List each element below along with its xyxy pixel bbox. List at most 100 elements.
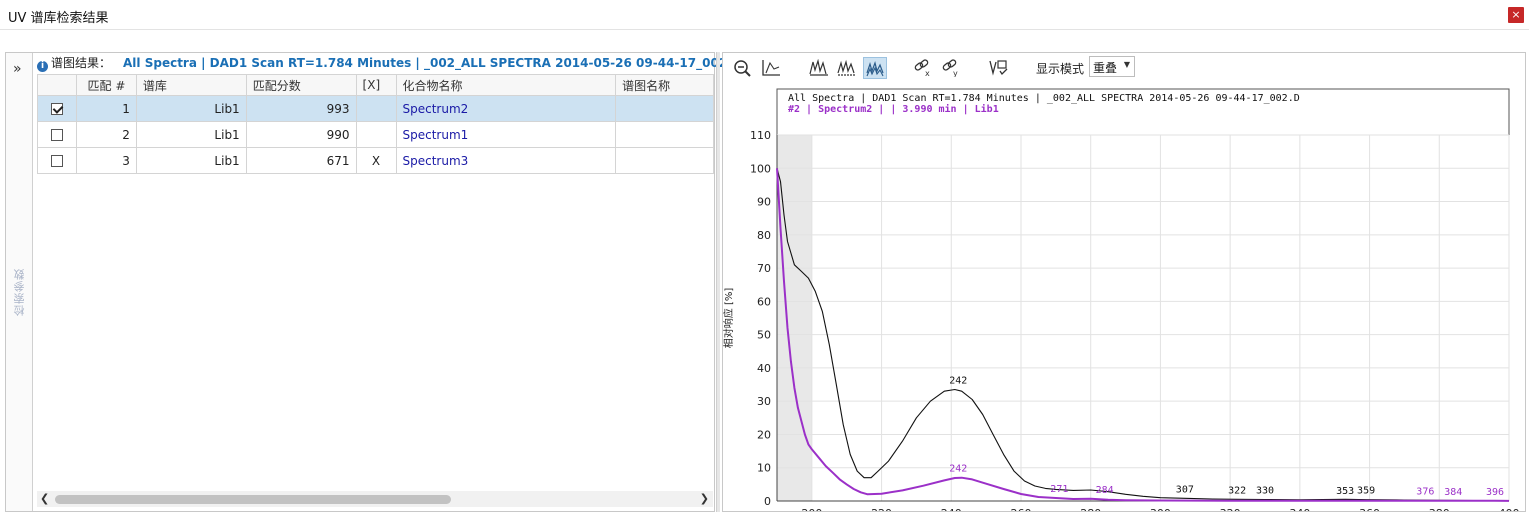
results-table: 匹配 # 谱库 匹配分数 [X] 化合物名称 谱图名称 1 Lib1 993 S… [37, 74, 714, 174]
title-bar: UV 谱库检索结果 × [0, 0, 1529, 30]
close-icon[interactable]: × [1508, 7, 1524, 23]
shaded-region [777, 135, 812, 501]
x-cell [355, 95, 397, 122]
scroll-right-icon[interactable]: ❯ [700, 492, 709, 505]
chart-toolbar: x y 显示模式 重叠 ▼ [723, 53, 1525, 85]
spectrum-name-cell [615, 121, 714, 148]
compound-cell[interactable]: Spectrum3 [395, 147, 617, 174]
spectrum-chart[interactable]: All Spectra | DAD1 Scan RT=1.784 Minutes… [723, 85, 1525, 511]
display-mode-label: 显示模式 [1036, 62, 1085, 76]
x-tick-label: 340 [1289, 507, 1310, 511]
column-header-select[interactable] [37, 74, 77, 96]
horizontal-scrollbar[interactable]: ❮ ❯ [37, 491, 713, 507]
score-cell: 671 [245, 147, 357, 174]
x-tick-label: 360 [1359, 507, 1380, 511]
column-header-x[interactable]: [X] [355, 74, 397, 96]
match-cell: 3 [75, 147, 137, 174]
y-tick-label: 10 [757, 462, 771, 475]
panel-splitter[interactable] [716, 52, 720, 512]
svg-text:x: x [925, 69, 930, 77]
scroll-left-icon[interactable]: ❮ [40, 492, 49, 505]
column-header-score[interactable]: 匹配分数 [245, 74, 357, 96]
y-tick-label: 0 [764, 495, 771, 508]
peak-label: 242 [949, 376, 967, 387]
y-tick-label: 20 [757, 428, 771, 441]
peak-label: 384 [1444, 487, 1462, 498]
zoom-icon[interactable] [731, 57, 755, 79]
peak-label: 359 [1357, 485, 1375, 496]
table-row[interactable]: 2 Lib1 990 Spectrum1 [37, 121, 714, 148]
y-tick-label: 50 [757, 329, 771, 342]
score-cell: 990 [245, 121, 357, 148]
info-icon: i [37, 61, 48, 72]
info-value: All Spectra | DAD1 Scan RT=1.784 Minutes… [123, 56, 742, 70]
peaks-icon-3[interactable] [863, 57, 887, 79]
peak-label: 376 [1416, 487, 1434, 498]
chart-header-line2: #2 | Spectrum2 | | 3.990 min | Lib1 [788, 103, 999, 115]
x-tick-label: 400 [1499, 507, 1520, 511]
peak-label: 242 [949, 464, 967, 475]
x-tick-label: 380 [1429, 507, 1450, 511]
y-tick-label: 90 [757, 196, 771, 209]
expand-sidebar-icon[interactable]: » [13, 61, 22, 77]
column-header-compound[interactable]: 化合物名称 [395, 74, 617, 96]
peak-label: 330 [1256, 486, 1274, 497]
search-params-label[interactable]: 检索参数 [12, 268, 26, 316]
svg-text:y: y [953, 69, 958, 77]
compound-cell[interactable]: Spectrum2 [395, 95, 617, 122]
spectrum-result-info: i 谱图结果： All Spectra | DAD1 Scan RT=1.784 M… [37, 54, 742, 72]
x-tick-label: 200 [801, 507, 822, 511]
spectrum-name-cell [615, 147, 714, 174]
chevron-down-icon[interactable]: ▼ [1124, 60, 1130, 69]
table-row[interactable]: 1 Lib1 993 Spectrum2 [37, 95, 714, 122]
library-cell: Lib1 [135, 121, 247, 148]
x-tick-label: 300 [1150, 507, 1171, 511]
row-checkbox[interactable] [50, 103, 63, 115]
library-cell: Lib1 [135, 95, 247, 122]
row-checkbox[interactable] [50, 155, 63, 167]
y-tick-label: 70 [757, 262, 771, 275]
x-tick-label: 220 [871, 507, 892, 511]
y-tick-label: 110 [750, 129, 771, 142]
score-cell: 993 [245, 95, 357, 122]
y-tick-label: 100 [750, 162, 771, 175]
results-panel: » 检索参数 i 谱图结果： All Spectra | DAD1 Scan RT=… [5, 52, 742, 512]
x-tick-label: 280 [1080, 507, 1101, 511]
library-cell: Lib1 [135, 147, 247, 174]
search-params-sidebar: » 检索参数 [6, 53, 33, 511]
column-header-match[interactable]: 匹配 # [75, 74, 137, 96]
peaks-icon-2[interactable] [835, 57, 859, 79]
y-tick-label: 60 [757, 295, 771, 308]
table-row[interactable]: 3 Lib1 671 X Spectrum3 [37, 147, 714, 174]
row-checkbox-cell[interactable] [37, 121, 77, 148]
spectrum-check-icon[interactable] [987, 57, 1011, 79]
peak-label: 322 [1228, 485, 1246, 496]
compound-cell[interactable]: Spectrum1 [395, 121, 617, 148]
display-mode-select[interactable]: 重叠 ▼ [1089, 56, 1135, 77]
link-x-icon[interactable]: x [911, 57, 935, 79]
match-cell: 2 [75, 121, 137, 148]
spectrum-panel: x y 显示模式 重叠 ▼ All Spectra | DAD1 Scan RT… [722, 52, 1526, 512]
scrollbar-thumb[interactable] [55, 495, 451, 504]
match-cell: 1 [75, 95, 137, 122]
column-header-library[interactable]: 谱库 [135, 74, 247, 96]
table-header-row: 匹配 # 谱库 匹配分数 [X] 化合物名称 谱图名称 [37, 74, 714, 96]
peak-label: 284 [1096, 485, 1114, 496]
peak-label: 353 [1336, 486, 1354, 497]
x-tick-label: 260 [1011, 507, 1032, 511]
peak-label: 396 [1486, 487, 1504, 498]
display-mode-value: 重叠 [1093, 61, 1118, 75]
column-header-spectrum-name[interactable]: 谱图名称 [615, 74, 714, 96]
peak-label: 271 [1050, 484, 1068, 495]
row-checkbox-cell[interactable] [37, 147, 77, 174]
y-axis-label: 相对响应 [%] [723, 288, 735, 349]
axis-icon[interactable] [759, 57, 783, 79]
row-checkbox-cell[interactable] [37, 95, 77, 122]
x-tick-label: 240 [941, 507, 962, 511]
row-checkbox[interactable] [50, 129, 63, 141]
peaks-icon-1[interactable] [807, 57, 831, 79]
window-title: UV 谱库检索结果 [8, 11, 109, 26]
link-y-icon[interactable]: y [939, 57, 963, 79]
spectrum-name-cell [615, 95, 714, 122]
y-tick-label: 40 [757, 362, 771, 375]
